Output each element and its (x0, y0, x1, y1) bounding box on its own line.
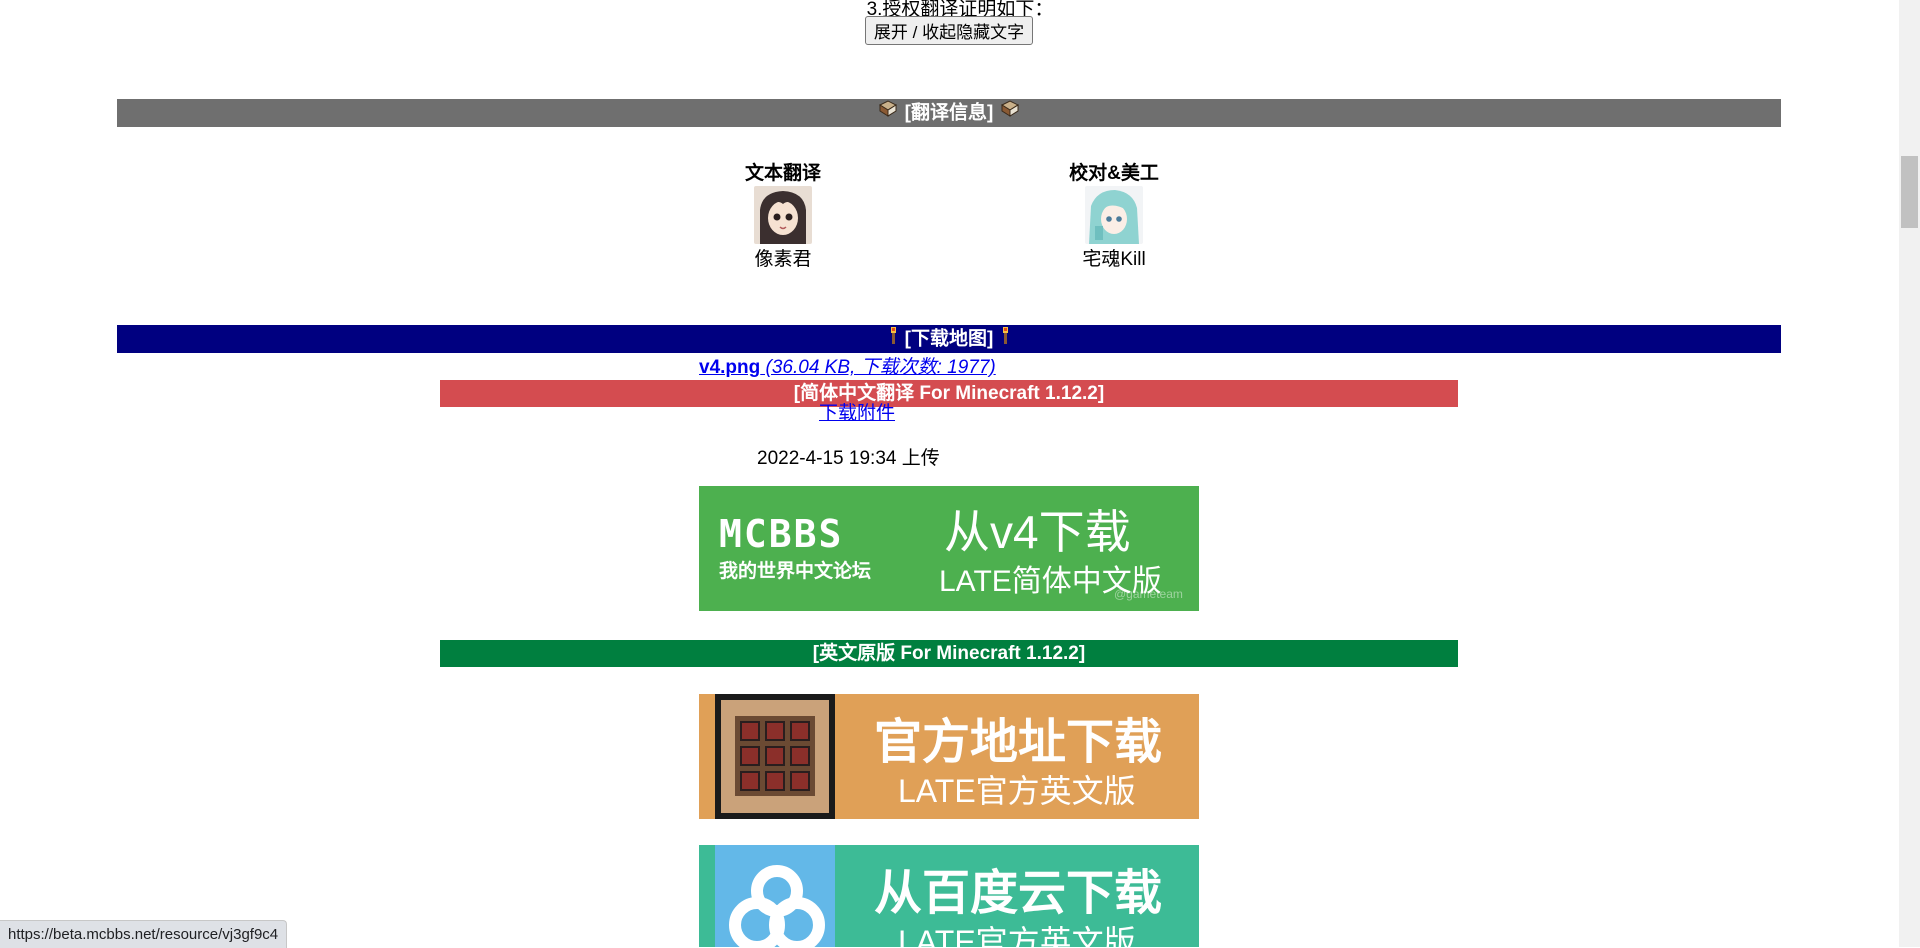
mcbbs-logo: MCBBS (719, 512, 844, 556)
translation-info-header: [翻译信息] (117, 99, 1781, 127)
official-banner-subtitle: LATE官方英文版 (898, 773, 1136, 809)
toggle-hidden-text-button[interactable]: 展开 / 收起隐藏文字 (865, 16, 1033, 45)
credit-proofreading-art: 校对&美工 宅魂Kill (1004, 158, 1224, 271)
mcbbs-download-banner[interactable]: MCBBS 我的世界中文论坛 从v4下载 LATE简体中文版 @gameteam (699, 486, 1199, 611)
credit-role: 文本翻译 (744, 163, 821, 184)
mcbbs-banner-watermark: @gameteam (1114, 587, 1183, 601)
credit-text-translation: 文本翻译 像素君 (673, 158, 893, 271)
attachment-filename[interactable]: v4.png (699, 357, 760, 378)
credit-name: 宅魂Kill (1082, 249, 1146, 270)
zh-translation-bar: [简体中文翻译 For Minecraft 1.12.2] (440, 380, 1458, 407)
scrollbar-thumb[interactable] (1901, 156, 1918, 228)
baidu-banner-subtitle: LATE官方英文版 (898, 924, 1136, 947)
download-attachment-link[interactable]: 下载附件 (819, 398, 895, 425)
download-map-header: [下载地图] (117, 325, 1781, 353)
baidu-download-banner[interactable]: 从百度云下载 LATE官方英文版 (699, 845, 1199, 947)
en-original-bar: [英文原版 For Minecraft 1.12.2] (440, 640, 1458, 667)
official-download-banner[interactable]: 官方地址下载 LATE官方英文版 (699, 694, 1199, 819)
torch-icon (999, 325, 1011, 354)
crafting-table-icon (715, 694, 835, 819)
official-banner-title: 官方地址下载 (874, 716, 1163, 769)
baidu-cloud-icon (715, 845, 835, 947)
credit-name: 像素君 (754, 249, 812, 270)
torch-icon (887, 325, 899, 354)
attachment-link[interactable]: v4.png (36.04 KB, 下载次数: 1977) (699, 352, 996, 379)
baidu-banner-title: 从百度云下载 (874, 867, 1163, 920)
translation-info-title: [翻译信息] (904, 102, 994, 124)
attachment-meta: (36.04 KB, 下载次数: 1977) (760, 357, 996, 378)
avatar[interactable] (1085, 186, 1143, 244)
mcbbs-banner-title: 从v4下载 (944, 506, 1131, 558)
credit-role: 校对&美工 (1069, 163, 1159, 184)
link-status-bar: https://beta.mcbbs.net/resource/vj3gf9c4 (0, 920, 288, 948)
avatar[interactable] (754, 186, 812, 244)
book-icon (999, 99, 1021, 128)
page-scrollbar[interactable] (1899, 0, 1920, 947)
mcbbs-logo-subtitle: 我的世界中文论坛 (719, 561, 872, 582)
download-map-title: [下载地图] (904, 328, 994, 350)
book-icon (877, 99, 899, 128)
upload-time: 2022-4-15 19:34 上传 (757, 448, 940, 469)
